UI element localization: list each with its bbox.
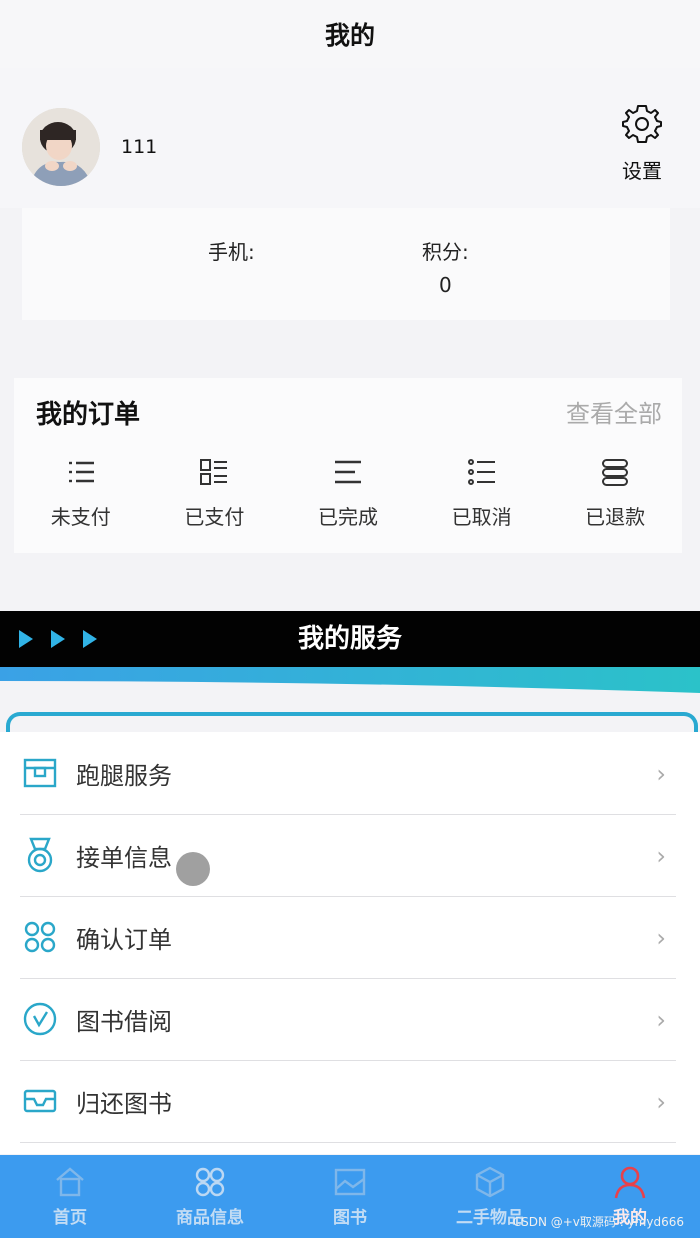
tab-label: 商品信息: [176, 1208, 244, 1228]
order-status-label: 已完成: [317, 505, 378, 529]
view-all-orders-link[interactable]: 查看全部: [566, 394, 662, 429]
cube-icon: [475, 1166, 505, 1198]
service-label: 图书借阅: [76, 1007, 172, 1036]
phone-label: 手机:: [208, 240, 255, 264]
chevron-right-icon: ›: [656, 842, 666, 870]
points-label: 积分:: [422, 240, 469, 264]
grid-list-icon: [199, 458, 229, 491]
list-icon: [66, 458, 96, 491]
tab-label: 首页: [53, 1208, 87, 1228]
lines-icon: [333, 458, 363, 491]
tab-label: 图书: [333, 1208, 367, 1228]
order-status-paid[interactable]: 已支付: [148, 458, 282, 530]
order-status-label: 已取消: [451, 505, 512, 529]
order-status-label: 未支付: [50, 505, 111, 529]
service-label: 接单信息: [76, 843, 172, 872]
tab-home[interactable]: 首页: [0, 1155, 140, 1238]
points-stat: 积分: 0: [422, 236, 469, 297]
order-status-label: 已支付: [184, 505, 245, 529]
order-status-label: 已退款: [585, 505, 646, 529]
banner-wave: [0, 667, 700, 693]
profile-section: 111 设置: [0, 68, 700, 208]
page-title: 我的: [324, 21, 375, 50]
picture-icon: [334, 1168, 366, 1196]
medal-icon: [22, 837, 58, 873]
cluster-icon: [22, 919, 58, 955]
gear-icon: [621, 102, 663, 149]
tab-products[interactable]: 商品信息: [140, 1155, 280, 1238]
service-book-borrow[interactable]: 图书借阅 ›: [20, 978, 676, 1061]
order-status-refunded[interactable]: 已退款: [548, 458, 682, 530]
user-icon: [614, 1166, 646, 1199]
service-confirm-order[interactable]: 确认订单 ›: [20, 896, 676, 979]
profile-stats: 手机: 积分: 0: [22, 208, 670, 320]
service-order-info[interactable]: 接单信息 ›: [20, 814, 676, 897]
box-icon: [22, 755, 58, 791]
order-status-completed[interactable]: 已完成: [281, 458, 415, 530]
home-icon: [56, 1167, 84, 1197]
services-banner: 我的服务: [0, 611, 700, 667]
order-status-unpaid[interactable]: 未支付: [14, 458, 148, 530]
touch-indicator: [176, 852, 210, 886]
service-errand[interactable]: 跑腿服务 ›: [20, 732, 676, 815]
page-header: 我的: [0, 0, 700, 68]
checklist-icon: [467, 458, 497, 491]
orders-title: 我的订单: [36, 400, 141, 430]
chevron-right-icon: ›: [656, 1006, 666, 1034]
tab-books[interactable]: 图书: [280, 1155, 420, 1238]
settings-label: 设置: [622, 159, 662, 183]
services-title: 我的服务: [297, 624, 402, 654]
service-label: 跑腿服务: [76, 761, 172, 790]
points-value: 0: [439, 273, 452, 297]
watermark: CSDN @+v取源码 : ymyd666: [512, 1215, 684, 1229]
phone-stat: 手机:: [208, 236, 255, 265]
services-list: 跑腿服务 › 接单信息 › 确认订单 › 图书借阅 › 归还图书 ›: [0, 732, 700, 1154]
chevron-right-icon: ›: [656, 924, 666, 952]
username: 111: [121, 136, 158, 158]
grid-icon: [195, 1167, 225, 1197]
service-label: 归还图书: [76, 1089, 172, 1118]
settings-button[interactable]: 设置: [612, 102, 672, 183]
clock-icon: [22, 1001, 58, 1037]
chevron-right-icon: ›: [656, 760, 666, 788]
avatar[interactable]: [22, 108, 100, 186]
chevron-right-icon: ›: [656, 1088, 666, 1116]
order-status-cancelled[interactable]: 已取消: [415, 458, 549, 530]
service-book-return[interactable]: 归还图书 ›: [20, 1060, 676, 1143]
stack-icon: [600, 458, 630, 491]
order-status-list: 未支付 已支付 已完成 已取消 已退款: [14, 458, 682, 530]
service-label: 确认订单: [76, 925, 172, 954]
orders-card: 我的订单 查看全部 未支付 已支付 已完成 已取消 已退款: [14, 378, 682, 553]
vr-glasses-icon: [22, 1083, 58, 1119]
